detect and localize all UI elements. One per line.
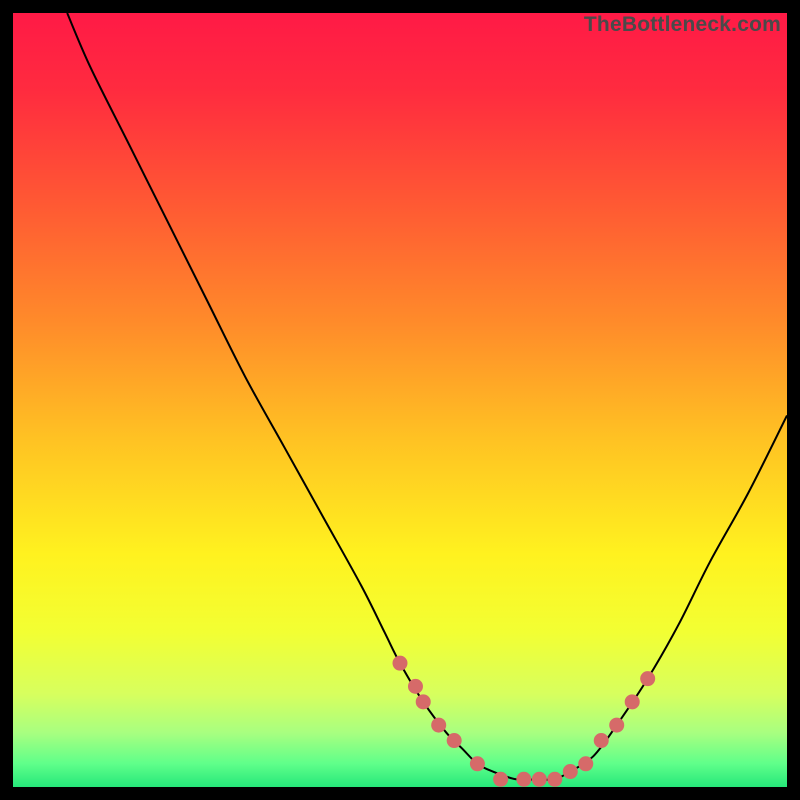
chart-frame: TheBottleneck.com [13, 13, 787, 787]
marker-point [640, 671, 655, 686]
gradient-background [13, 13, 787, 787]
watermark-text: TheBottleneck.com [584, 13, 781, 37]
marker-point [447, 733, 462, 748]
marker-point [493, 772, 508, 787]
marker-point [532, 772, 547, 787]
marker-point [594, 733, 609, 748]
marker-point [408, 679, 423, 694]
marker-point [563, 764, 578, 779]
marker-point [431, 718, 446, 733]
marker-point [625, 694, 640, 709]
marker-point [609, 718, 624, 733]
marker-point [578, 756, 593, 771]
marker-point [416, 694, 431, 709]
marker-point [470, 756, 485, 771]
bottleneck-chart [13, 13, 787, 787]
marker-point [547, 772, 562, 787]
marker-point [393, 656, 408, 671]
marker-point [516, 772, 531, 787]
